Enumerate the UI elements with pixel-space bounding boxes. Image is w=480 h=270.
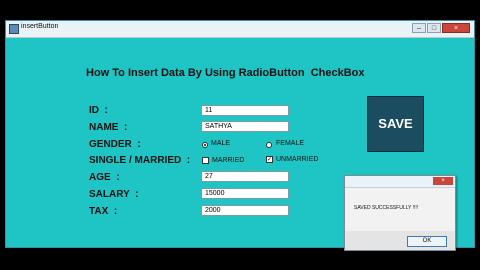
tax-label: TAX : bbox=[89, 206, 118, 217]
name-field[interactable]: SATHYA bbox=[201, 121, 289, 132]
marital-status-label: SINGLE / MARRIED : bbox=[89, 155, 191, 166]
age-field[interactable]: 27 bbox=[201, 171, 289, 182]
form-heading: How To Insert Data By Using RadioButton … bbox=[86, 67, 365, 79]
maximize-button[interactable]: □ bbox=[427, 23, 441, 33]
unmarried-checkbox[interactable]: ✓ bbox=[266, 156, 273, 163]
window-title: insertButton bbox=[21, 23, 59, 30]
gender-label: GENDER : bbox=[89, 139, 141, 150]
ok-button[interactable]: OK bbox=[407, 236, 447, 247]
unmarried-label: UNMARRIED bbox=[276, 156, 319, 163]
message-text: SAVED SUCCESSFULLY !!!! bbox=[354, 205, 419, 211]
age-label: AGE : bbox=[89, 172, 120, 183]
save-button[interactable]: SAVE bbox=[367, 96, 424, 152]
married-label: MARRIED bbox=[212, 157, 245, 164]
close-button[interactable]: × bbox=[442, 23, 470, 33]
salary-field[interactable]: 15000 bbox=[201, 188, 289, 199]
married-checkbox[interactable] bbox=[202, 157, 209, 164]
salary-label: SALARY : bbox=[89, 189, 139, 200]
minimize-button[interactable]: – bbox=[412, 23, 426, 33]
name-label: NAME : bbox=[89, 122, 128, 133]
male-label: MALE bbox=[211, 140, 231, 147]
id-field[interactable]: 11 bbox=[201, 105, 289, 116]
id-label: ID : bbox=[89, 105, 108, 116]
message-box-footer: OK bbox=[345, 231, 455, 250]
male-radio[interactable] bbox=[202, 142, 208, 148]
message-box-close-button[interactable]: × bbox=[433, 177, 453, 185]
main-window: insertButton – □ × How To Insert Data By… bbox=[5, 20, 475, 251]
message-box: × SAVED SUCCESSFULLY !!!! OK bbox=[344, 175, 456, 251]
title-bar[interactable]: insertButton – □ × bbox=[6, 21, 474, 38]
female-label: FEMALE bbox=[276, 140, 305, 147]
message-box-title-bar[interactable]: × bbox=[345, 176, 455, 188]
app-icon bbox=[9, 24, 19, 34]
female-radio[interactable] bbox=[266, 142, 272, 148]
tax-field[interactable]: 2000 bbox=[201, 205, 289, 216]
